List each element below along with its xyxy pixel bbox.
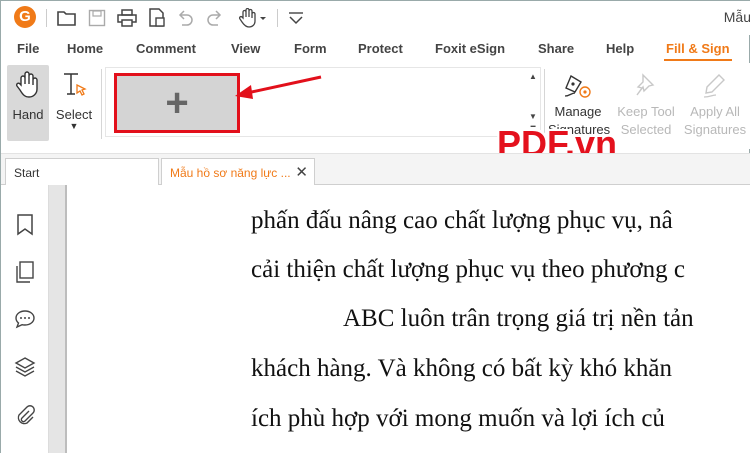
customize-icon[interactable] [285,7,307,29]
ribbon-divider [101,69,102,139]
toolbar-divider [277,9,278,27]
document-text-line: khách hàng. Và không có bất kỳ khó khăn [251,355,672,382]
plus-icon: + [165,81,189,125]
attachments-icon[interactable] [13,403,37,427]
apply-all-label-line1: Apply All [690,104,740,119]
hand-button[interactable]: Hand [7,65,49,141]
tab-start[interactable]: Start [5,158,159,186]
manage-label-line1: Manage [554,104,602,119]
toolbar-divider [46,9,47,27]
select-label: Select [55,107,93,122]
close-icon[interactable]: ✕ [295,159,308,187]
tab-foxit-esign[interactable]: Foxit eSign [435,41,505,56]
quick-access-toolbar: G Mẫu [1,1,750,35]
select-text-icon [62,71,88,102]
annotation-arrow [235,75,322,99]
tab-fill-sign[interactable]: Fill & Sign [664,41,732,61]
undo-icon[interactable] [174,7,196,29]
comments-icon[interactable] [13,307,37,331]
apply-all-signatures-button[interactable]: Apply All Signatures [681,69,749,139]
tab-protect[interactable]: Protect [358,41,403,56]
apply-signature-pen-icon [681,69,749,103]
ribbon-tab-bar: File Home Comment View Form Protect Foxi… [1,35,750,63]
redo-icon[interactable] [204,7,226,29]
bookmark-icon[interactable] [13,213,37,237]
document-text-line: cải thiện chất lượng phục vụ theo phương… [251,256,685,283]
tab-help[interactable]: Help [606,41,634,56]
chevron-down-icon[interactable]: ▼ [53,121,95,131]
document-page: phấn đấu nâng cao chất lượng phục vụ, nâ… [65,185,750,453]
open-folder-icon[interactable] [56,7,78,29]
add-signature-button[interactable]: + [114,73,240,133]
keep-tool-label-line1: Keep Tool [617,104,675,119]
document-tab-bar: Start Mẫu hồ sơ năng lực ... ✕ [1,153,750,186]
tab-start-label: Start [14,166,40,180]
tab-document-label: Mẫu hồ sơ năng lực ... [170,166,291,180]
pages-icon[interactable] [13,260,37,284]
window-title: Mẫu [723,9,750,25]
keep-tool-selected-button[interactable]: Keep Tool Selected [613,69,679,139]
document-text-line: ABC luôn trân trọng giá trị nền tản [343,305,694,332]
app-window: G Mẫu File Home Comment View Form Protec… [0,0,750,453]
tab-file[interactable]: File [17,41,39,56]
tab-comment[interactable]: Comment [136,41,196,56]
tab-home[interactable]: Home [67,41,103,56]
tab-form[interactable]: Form [294,41,327,56]
hand-icon [16,71,40,102]
create-pdf-icon[interactable] [146,7,168,29]
hand-tool-icon[interactable] [238,7,268,29]
tab-view[interactable]: View [231,41,260,56]
keep-tool-label-line2: Selected [620,122,672,137]
select-button[interactable]: Select ▼ [53,65,95,141]
tab-share[interactable]: Share [538,41,574,56]
ribbon-panel: Hand Select ▼ + ▲▼━ Manage Signatures [1,63,750,149]
hand-label: Hand [12,107,44,122]
document-text-line: phấn đấu nâng cao chất lượng phục vụ, nâ [251,207,673,234]
tab-document[interactable]: Mẫu hồ sơ năng lực ... ✕ [161,158,315,186]
navigation-panel [1,185,49,453]
panel-gutter [49,185,65,453]
app-logo: G [14,6,36,28]
pin-icon [613,69,679,103]
save-icon[interactable] [86,7,108,29]
apply-all-label-line2: Signatures [683,122,747,137]
layers-icon[interactable] [13,355,37,379]
manage-signatures-icon [548,69,608,103]
print-icon[interactable] [116,7,138,29]
document-text-line: ích phù hợp với mong muốn và lợi ích củ [251,405,665,432]
